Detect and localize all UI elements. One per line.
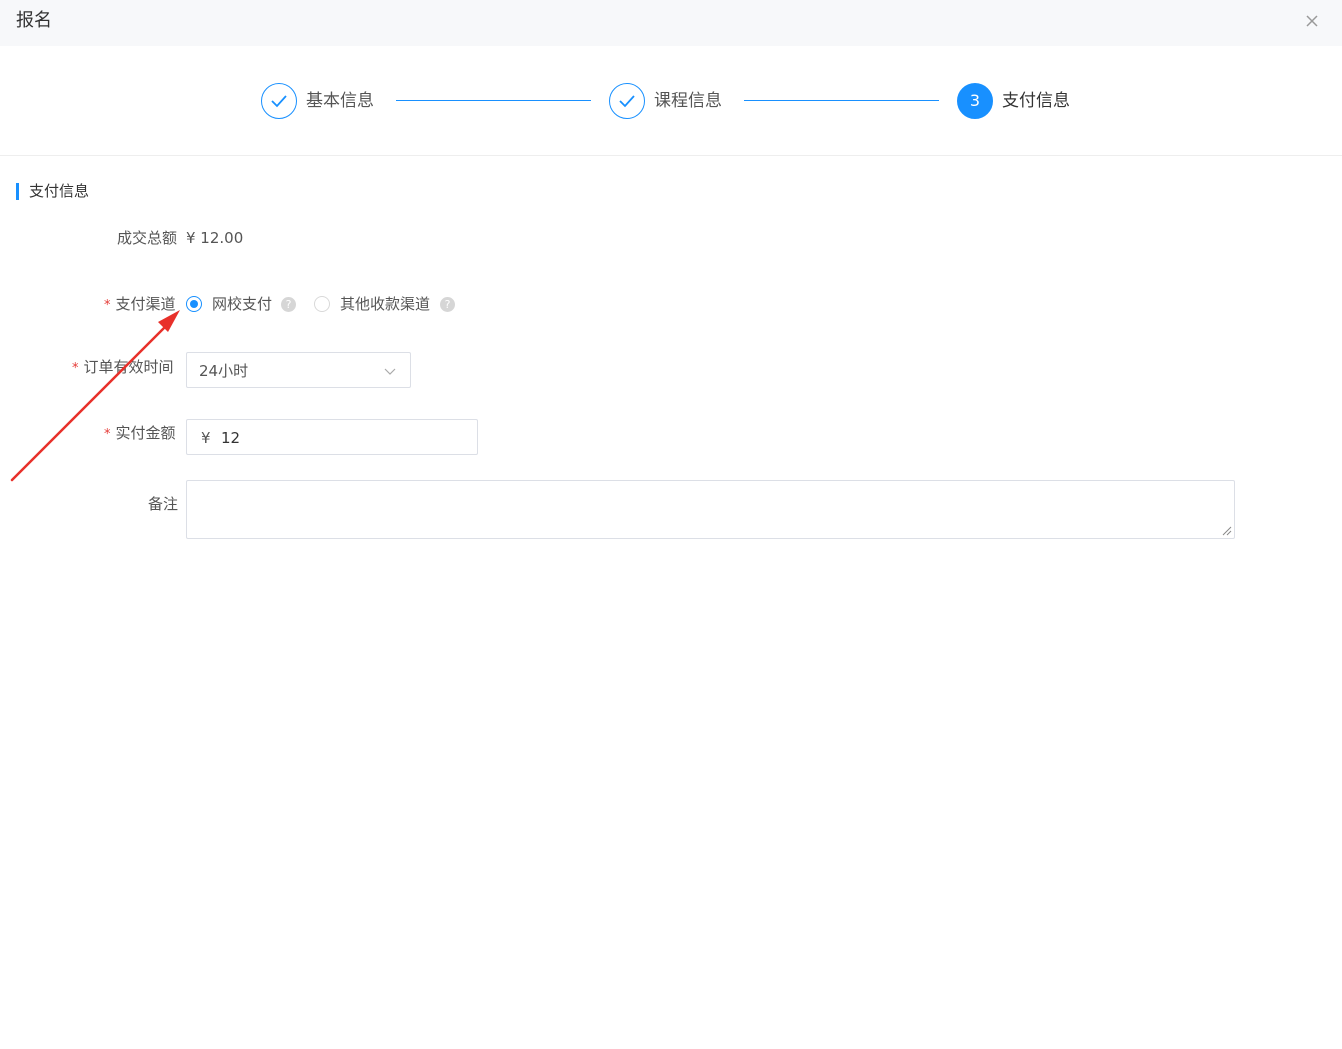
total-label: 成交总额	[117, 229, 178, 247]
radio-other-channel-label[interactable]: 其他收款渠道	[340, 294, 430, 314]
validity-select-value: 24小时	[199, 362, 249, 380]
radio-online-pay[interactable]	[186, 296, 202, 312]
paid-amount-input[interactable]: ¥ 12	[186, 419, 478, 455]
paid-amount-value: 12	[221, 429, 241, 447]
section-title: 支付信息	[16, 183, 89, 200]
help-icon[interactable]: ?	[440, 297, 455, 312]
step-3-label: 支付信息	[1002, 91, 1070, 111]
required-mark: *	[104, 298, 111, 313]
dialog-header: 报名	[0, 0, 1342, 46]
close-icon[interactable]	[1302, 11, 1322, 31]
help-icon[interactable]: ?	[281, 297, 296, 312]
currency-prefix: ¥	[201, 429, 211, 447]
step-2-check-icon	[609, 83, 645, 119]
paid-label: * 实付金额	[104, 423, 176, 445]
validity-label: * 订单有效时间	[72, 357, 174, 379]
required-mark: *	[72, 361, 79, 376]
channel-label: * 支付渠道	[104, 294, 176, 316]
remark-label: 备注	[148, 495, 179, 513]
steps-bar: 基本信息 课程信息 3 支付信息	[0, 46, 1342, 154]
step-connector-1	[396, 100, 591, 101]
step-1-check-icon	[261, 83, 297, 119]
remark-textarea[interactable]	[186, 480, 1235, 539]
chevron-down-icon	[384, 368, 396, 375]
resize-grip-icon[interactable]	[1222, 526, 1232, 536]
dialog-title: 报名	[16, 10, 52, 31]
total-value: ¥ 12.00	[186, 229, 244, 247]
channel-label-text: 支付渠道	[115, 295, 176, 313]
header-divider	[0, 155, 1342, 156]
step-connector-2	[744, 100, 939, 101]
radio-online-pay-label[interactable]: 网校支付	[212, 294, 272, 314]
required-mark: *	[104, 427, 111, 442]
step-2-label: 课程信息	[654, 91, 722, 111]
step-3-number: 3	[957, 83, 993, 119]
paid-label-text: 实付金额	[115, 424, 176, 442]
validity-label-text: 订单有效时间	[83, 358, 174, 376]
step-1-label: 基本信息	[306, 91, 374, 111]
radio-other-channel[interactable]	[314, 296, 330, 312]
validity-select[interactable]: 24小时	[186, 352, 411, 388]
